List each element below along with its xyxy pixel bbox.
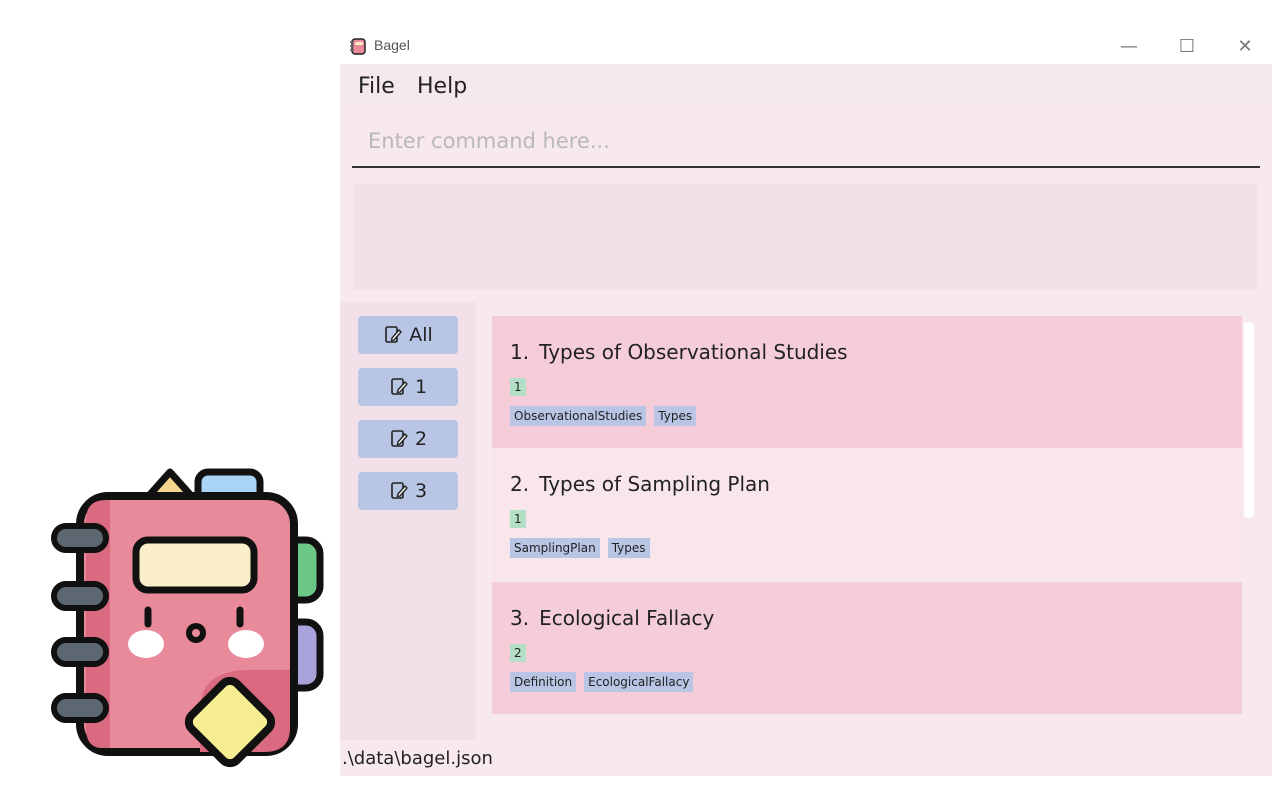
tab-set-3-label: 3 [414,480,428,502]
maximize-icon: ☐ [1178,35,1196,57]
tag: EcologicalFallacy [584,672,694,692]
minimize-button[interactable]: — [1106,32,1152,60]
card-index: 3. [510,606,530,630]
edit-note-icon [391,430,408,447]
close-icon: ✕ [1237,35,1253,57]
title-bar: Bagel — ☐ ✕ [340,28,1272,64]
save-file-path: .\data\bagel.json [342,748,493,769]
menu-file[interactable]: File [358,74,395,99]
card-title-text: Types of Observational Studies [539,340,848,364]
menu-bar: File Help [340,64,1272,108]
bagel-app-icon [350,38,366,55]
tab-set-2[interactable]: 2 [358,420,458,458]
edit-note-icon [385,326,402,343]
tab-set-2-label: 2 [414,428,428,450]
card-title: 2. Types of Sampling Plan [510,472,770,496]
status-bar: .\data\bagel.json [340,740,1272,776]
set-badge: 1 [510,510,526,528]
list-item[interactable]: 3. Ecological Fallacy 2 Definition Ecolog… [492,582,1242,714]
set-tabs-panel: All 1 2 3 [340,302,476,740]
list-item[interactable]: 1. Types of Observational Studies 1 Obser… [492,316,1242,448]
maximize-button[interactable]: ☐ [1164,32,1210,60]
list-item[interactable]: 2. Types of Sampling Plan 1 SamplingPlan … [492,448,1242,580]
tab-set-1-label: 1 [414,376,428,398]
minimize-icon: — [1120,35,1138,57]
edit-note-icon [391,378,408,395]
edit-note-icon [391,482,408,499]
tag: ObservationalStudies [510,406,647,426]
card-title-text: Ecological Fallacy [539,606,715,630]
tag: Types [654,406,697,426]
tab-set-1[interactable]: 1 [358,368,458,406]
set-badge: 1 [510,378,526,396]
tag: Definition [510,672,577,692]
tag: Types [607,538,650,558]
scrollbar[interactable] [1244,322,1254,518]
desktop: Bagel — ☐ ✕ File Help Enter command here… [0,0,1288,798]
tab-set-3[interactable]: 3 [358,472,458,510]
flashcard-list: 1. Types of Observational Studies 1 Obser… [480,302,1272,740]
tab-all-label: All [409,324,433,346]
card-title: 1. Types of Observational Studies [510,340,848,364]
tag-list: SamplingPlan Types [510,538,650,558]
window-title: Bagel [374,37,410,53]
close-button[interactable]: ✕ [1222,32,1268,60]
notebook-mascot-icon [51,468,324,768]
result-display [354,184,1258,290]
set-badge: 2 [510,644,526,662]
tab-all[interactable]: All [358,316,458,354]
card-index: 2. [510,472,530,496]
command-input[interactable] [352,116,1260,166]
card-index: 1. [510,340,530,364]
tag: SamplingPlan [510,538,600,558]
card-title-text: Types of Sampling Plan [539,472,770,496]
command-box [352,116,1260,168]
tag-list: ObservationalStudies Types [510,406,697,426]
tag-list: Definition EcologicalFallacy [510,672,694,692]
menu-help[interactable]: Help [417,74,467,99]
app-window: Bagel — ☐ ✕ File Help Enter command here… [340,28,1272,776]
card-title: 3. Ecological Fallacy [510,606,714,630]
